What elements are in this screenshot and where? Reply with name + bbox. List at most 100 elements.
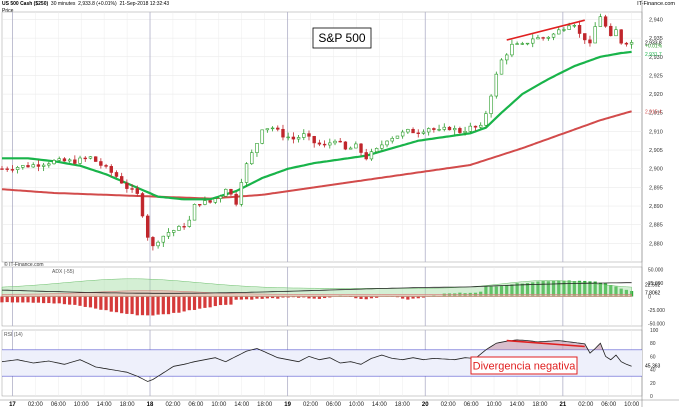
candle-body xyxy=(458,128,462,133)
candle-body xyxy=(93,156,98,162)
adx-bar xyxy=(354,296,358,299)
main-y-tick: 2,910 xyxy=(649,129,663,135)
x-tick-label: 10:00 xyxy=(211,402,227,407)
candle xyxy=(432,127,436,133)
candle-body xyxy=(140,193,145,217)
candle xyxy=(598,13,603,27)
adx-y-tick: 50.000 xyxy=(648,268,664,274)
x-tick-label: 14:00 xyxy=(234,402,250,407)
candle xyxy=(473,125,478,131)
adx-bar xyxy=(5,296,9,303)
candle xyxy=(41,162,46,172)
adx-bar xyxy=(57,296,61,304)
candle-body xyxy=(125,182,129,189)
candle-body xyxy=(52,160,56,165)
candle-body xyxy=(536,37,540,40)
candle-body xyxy=(551,33,556,38)
rsi-label: RSI (14) xyxy=(4,332,23,338)
candle-body xyxy=(380,144,384,149)
adx-bar xyxy=(229,296,233,305)
divergence-box-text: Divergencia negativa xyxy=(473,361,577,373)
candle xyxy=(36,160,41,172)
candle xyxy=(421,129,426,135)
candle-body xyxy=(41,164,46,167)
candle-body xyxy=(234,193,238,205)
candle xyxy=(291,132,296,144)
x-tick-label: 06:00 xyxy=(464,402,480,407)
adx-value-tag: 7.8062 xyxy=(645,290,661,296)
candle xyxy=(125,179,129,193)
rsi-y-tick: 60 xyxy=(650,354,656,360)
adx-label: ADX (-55) xyxy=(52,269,75,275)
candle xyxy=(161,235,166,247)
candle xyxy=(525,42,530,46)
adx-bar xyxy=(78,296,82,306)
adx-panel xyxy=(0,278,634,316)
candle xyxy=(312,135,316,148)
candle-body xyxy=(447,126,452,131)
adx-bar xyxy=(265,296,269,299)
candle xyxy=(572,23,577,28)
x-tick-label: 10:00 xyxy=(624,402,640,407)
candle xyxy=(140,191,145,218)
candle xyxy=(505,53,509,65)
x-tick-label: 10:00 xyxy=(74,402,90,407)
candle-body xyxy=(322,143,327,146)
candle xyxy=(15,165,20,174)
candle xyxy=(213,198,218,205)
candle-body xyxy=(172,230,176,233)
candle xyxy=(577,20,582,38)
adx-bar xyxy=(307,296,311,299)
candle-body xyxy=(239,182,244,205)
candle xyxy=(546,36,551,41)
candle xyxy=(426,127,431,136)
x-tick-label: 17 xyxy=(9,402,16,407)
adx-bar xyxy=(151,296,155,316)
adx-bar xyxy=(88,296,93,308)
x-tick-label: 06:00 xyxy=(51,402,67,407)
candle-body xyxy=(224,188,228,197)
candle xyxy=(52,158,56,165)
candle-body xyxy=(328,142,332,146)
adx-bar xyxy=(172,296,176,313)
main-y-tick: 2,885 xyxy=(649,223,663,229)
candle xyxy=(307,130,311,141)
candle xyxy=(333,139,337,146)
candle xyxy=(182,222,186,230)
candle-body xyxy=(598,16,603,27)
candle xyxy=(624,41,629,47)
candle xyxy=(62,157,67,162)
candle-body xyxy=(567,25,571,30)
main-y-tick: 2,895 xyxy=(649,185,663,191)
candle-body xyxy=(437,129,441,131)
candle xyxy=(250,149,254,166)
adx-bar xyxy=(109,296,113,312)
main-y-tick: 2,920 xyxy=(649,92,663,98)
candle-body xyxy=(114,172,119,177)
adx-bar xyxy=(73,296,77,305)
adx-bar xyxy=(10,296,15,303)
candle-body xyxy=(614,29,618,37)
candle xyxy=(416,129,420,138)
candle xyxy=(510,39,514,58)
x-tick-label: 02:00 xyxy=(578,402,594,407)
candle-body xyxy=(26,165,30,168)
adx-bar xyxy=(166,296,171,315)
adx-bar xyxy=(260,296,264,299)
adx-bar xyxy=(62,296,67,305)
candle-body xyxy=(468,125,472,132)
candle xyxy=(224,188,228,197)
candle xyxy=(343,141,348,151)
candle-body xyxy=(5,168,9,170)
candle-body xyxy=(629,42,634,45)
candle-body xyxy=(312,136,316,144)
candle xyxy=(348,146,353,150)
candle-body xyxy=(317,142,322,145)
adx-bar xyxy=(120,296,124,314)
candle-body xyxy=(208,200,212,203)
adx-value-tag: 22.592 xyxy=(645,282,661,288)
adx-bar xyxy=(364,296,368,300)
candle xyxy=(447,126,452,131)
candle-body xyxy=(426,128,431,133)
candle xyxy=(99,158,103,169)
